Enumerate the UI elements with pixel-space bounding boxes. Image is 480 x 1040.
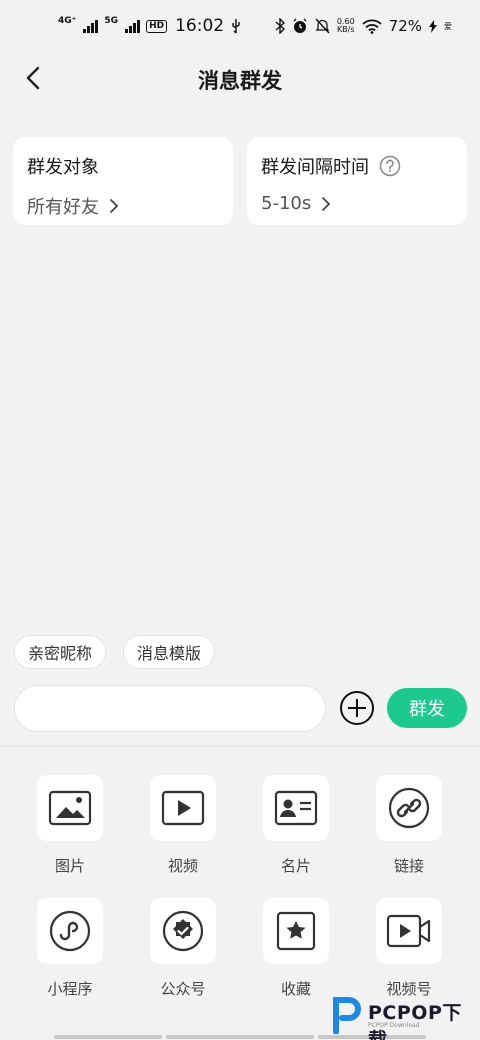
signal-icon-2: [125, 19, 141, 33]
status-left: 4G⁺ 5G HD 16:02: [58, 16, 242, 36]
tool-official-account-box: [150, 898, 216, 964]
watermark-logo: [333, 997, 361, 1034]
tool-video-box: [150, 775, 216, 841]
tool-video[interactable]: 视频: [133, 775, 233, 876]
chevron-right-icon: [322, 196, 331, 211]
home-indicator: [166, 1035, 314, 1039]
interval-card-title: 群发间隔时间: [261, 153, 453, 179]
wifi-icon: [362, 19, 382, 34]
nickname-chip[interactable]: 亲密昵称: [14, 635, 107, 669]
charge-label: 爱: [444, 21, 452, 31]
channels-icon: [386, 914, 431, 948]
target-card[interactable]: 群发对象 所有好友: [13, 137, 233, 225]
battery-level: 72%: [388, 17, 422, 35]
tool-link-box: [376, 775, 442, 841]
home-indicator: [54, 1035, 162, 1039]
image-icon: [48, 790, 92, 826]
official-account-icon: [162, 910, 204, 952]
tool-channels-box: [376, 898, 442, 964]
alarm-icon: [293, 18, 307, 33]
tool-image-box: [37, 775, 103, 841]
help-icon[interactable]: [379, 155, 401, 177]
signal-icon: [83, 19, 99, 33]
interval-card-value: 5-10s: [261, 193, 453, 214]
sim1-label: 4G⁺: [58, 16, 77, 26]
tool-card-box: [263, 775, 329, 841]
status-right: 0.60 KB/s 72% 爱: [275, 17, 452, 35]
usb-icon: [232, 19, 240, 34]
net-speed-unit: KB/s: [336, 25, 355, 34]
tool-channels[interactable]: 视频号: [359, 898, 459, 999]
add-icon[interactable]: [339, 690, 375, 726]
chevron-right-icon: [110, 199, 119, 213]
tool-mini-program-box: [37, 898, 103, 964]
tool-image-label: 图片: [54, 857, 85, 875]
mini-program-icon: [49, 910, 91, 952]
template-chip[interactable]: 消息模版: [123, 635, 216, 669]
watermark: PCPOP下载 PCPOP Download: [332, 996, 480, 1040]
tool-card[interactable]: 名片: [246, 775, 346, 876]
interval-card[interactable]: 群发间隔时间 5-10s: [247, 137, 467, 225]
tool-favorites[interactable]: 收藏: [246, 898, 346, 999]
bluetooth-icon: [275, 18, 285, 34]
interval-title: 群发间隔时间: [261, 157, 369, 178]
tool-favorites-label: 收藏: [280, 980, 311, 998]
send-button[interactable]: 群发: [387, 688, 467, 728]
nav-bar: 消息群发: [0, 52, 480, 104]
tool-image[interactable]: 图片: [20, 775, 120, 876]
tool-favorites-box: [263, 898, 329, 964]
tool-link-label: 链接: [393, 857, 424, 875]
tool-mini-program[interactable]: 小程序: [20, 898, 120, 999]
page-title: 消息群发: [198, 69, 282, 93]
watermark-brand: PCPOP下载: [368, 1002, 462, 1040]
sim2-label: 5G: [104, 16, 119, 26]
watermark-sub: PCPOP Download: [368, 1022, 420, 1029]
target-card-value: 所有好友: [27, 193, 219, 219]
tool-card-label: 名片: [280, 857, 311, 875]
target-card-title: 群发对象: [27, 153, 219, 179]
status-bar: 4G⁺ 5G HD 16:02 0.60 KB/s 72% 爱: [0, 0, 480, 52]
hd-voice-icon: HD: [146, 19, 168, 33]
tool-official-account[interactable]: 公众号: [133, 898, 233, 999]
charging-icon: [429, 19, 437, 33]
status-time: 16:02: [175, 16, 225, 36]
divider: [0, 746, 480, 747]
link-icon: [388, 787, 430, 829]
interval-value: 5-10s: [261, 193, 312, 214]
net-speed: 0.60 KB/s: [337, 18, 355, 34]
tool-official-account-label: 公众号: [160, 980, 206, 998]
message-input[interactable]: [14, 685, 326, 732]
favorites-icon: [276, 911, 316, 951]
contact-card-icon: [274, 790, 318, 826]
mute-bell-icon: [315, 18, 330, 34]
tool-link[interactable]: 链接: [359, 775, 459, 876]
tool-mini-program-label: 小程序: [47, 980, 93, 998]
tool-video-label: 视频: [167, 857, 198, 875]
target-value: 所有好友: [27, 197, 99, 218]
target-title: 群发对象: [27, 157, 99, 178]
video-icon: [161, 790, 205, 826]
